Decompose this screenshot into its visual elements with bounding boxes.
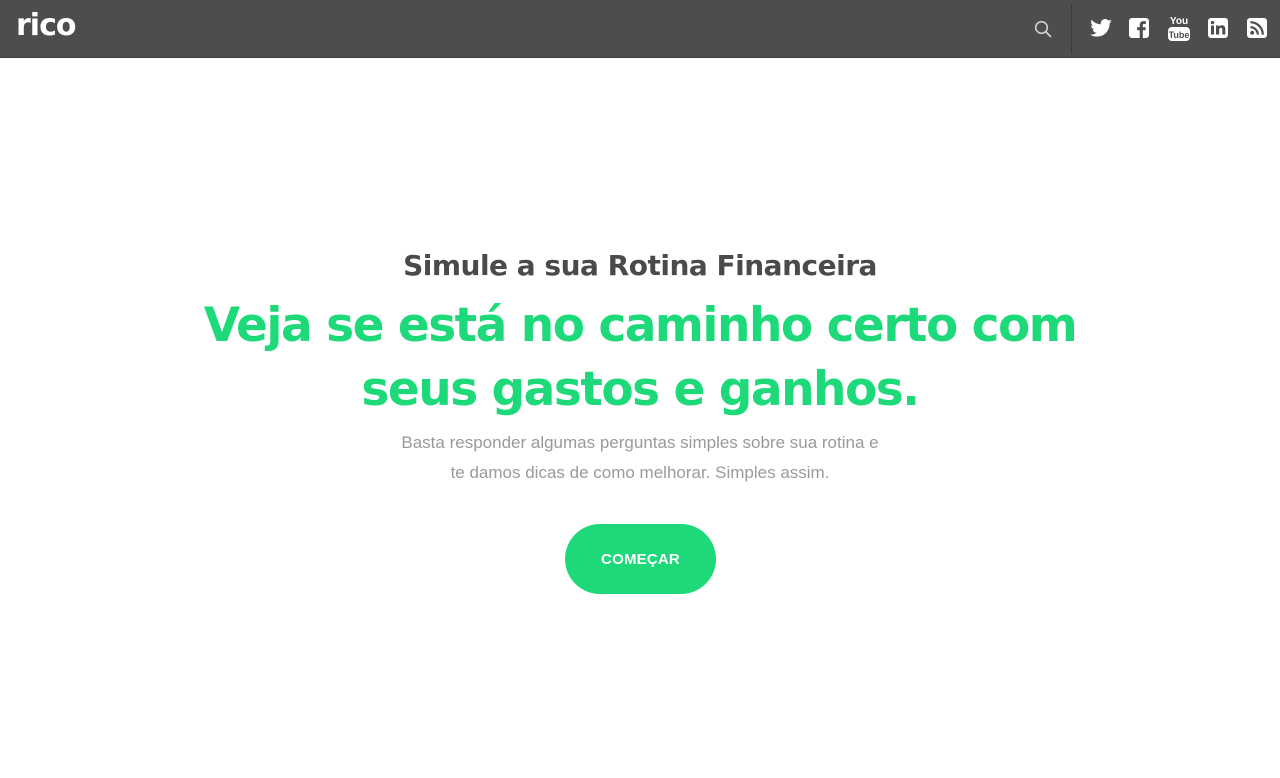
search-button[interactable] <box>1030 16 1056 42</box>
hero-description-line-1: Basta responder algumas perguntas simple… <box>401 433 879 452</box>
hero-headline: Veja se está no caminho certo com seus g… <box>203 298 1078 417</box>
header-divider <box>1071 4 1072 54</box>
twitter-icon <box>1090 19 1112 37</box>
hero-description-line-2: te damos dicas de como melhorar. Simples… <box>450 463 830 482</box>
linkedin-link[interactable] <box>1204 14 1232 42</box>
facebook-link[interactable] <box>1125 14 1153 42</box>
search-icon <box>1034 20 1052 38</box>
youtube-icon: You Tube <box>1168 16 1190 41</box>
twitter-link[interactable] <box>1087 14 1115 42</box>
facebook-icon <box>1129 18 1149 38</box>
hero-subtitle: Simule a sua Rotina Financeira <box>403 249 877 282</box>
hero-description: Basta responder algumas perguntas simple… <box>390 428 890 488</box>
start-button[interactable]: COMEÇAR <box>565 524 716 594</box>
rss-link[interactable] <box>1243 14 1271 42</box>
top-navbar: rico You Tube <box>0 0 1280 58</box>
hero-section: Simule a sua Rotina Financeira Veja se e… <box>0 58 1280 778</box>
linkedin-icon <box>1208 18 1228 38</box>
svg-text:Tube: Tube <box>1169 30 1190 40</box>
youtube-link[interactable]: You Tube <box>1165 14 1193 42</box>
rss-icon <box>1247 18 1267 38</box>
svg-text:You: You <box>1170 16 1188 27</box>
rico-logo[interactable]: rico <box>16 10 76 42</box>
